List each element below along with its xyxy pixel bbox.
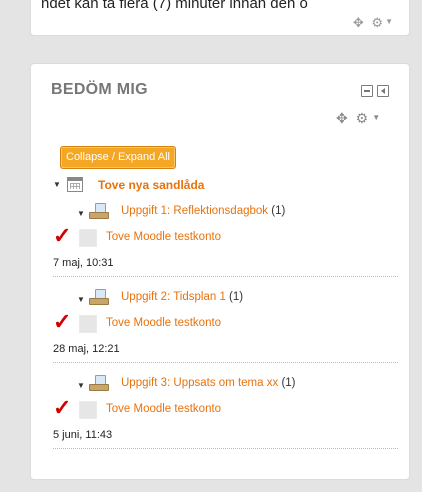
assignment-header: ▼ Uppgift 3: Uppsats om tema xx (1) <box>77 374 397 394</box>
dock-icon[interactable] <box>377 85 389 97</box>
submission-count: (1) <box>281 377 296 389</box>
assignment-link[interactable]: Uppgift 2: Tidsplan 1 (1) <box>121 291 243 303</box>
assignment-name[interactable]: Uppgift 1: Reflektionsdagbok <box>121 205 268 217</box>
student-link[interactable]: Tove Moodle testkonto <box>106 403 221 415</box>
submission-date: 7 maj, 10:31 <box>53 257 114 269</box>
course-node[interactable]: ▼ Tove nya sandlåda <box>53 174 398 196</box>
assignment-icon <box>89 375 109 392</box>
student-row: ✓ Tove Moodle testkonto <box>53 309 393 336</box>
expand-triangle-icon[interactable]: ▼ <box>77 295 85 304</box>
assignment-item: ▼ Uppgift 3: Uppsats om tema xx (1) ✓ To… <box>53 368 398 454</box>
caret-down-icon[interactable]: ▼ <box>385 17 395 26</box>
submission-count: (1) <box>271 205 286 217</box>
student-link[interactable]: Tove Moodle testkonto <box>106 231 221 243</box>
assignment-header: ▼ Uppgift 2: Tidsplan 1 (1) <box>77 288 397 308</box>
student-row: ✓ Tove Moodle testkonto <box>53 395 393 422</box>
submission-date: 5 juni, 11:43 <box>53 429 113 441</box>
gear-icon[interactable]: ⚙ <box>356 110 369 126</box>
student-row: ✓ Tove Moodle testkonto <box>53 223 393 250</box>
divider <box>53 448 398 449</box>
assignment-icon <box>89 289 109 306</box>
avatar <box>79 315 97 333</box>
move-icon[interactable]: ✥ <box>336 110 348 126</box>
assignment-link[interactable]: Uppgift 3: Uppsats om tema xx (1) <box>121 377 296 389</box>
student-link[interactable]: Tove Moodle testkonto <box>106 317 221 329</box>
divider <box>53 276 398 277</box>
divider <box>53 362 398 363</box>
gear-icon[interactable]: ⚙ <box>371 15 385 30</box>
submission-count: (1) <box>229 291 244 303</box>
collapse-expand-all-button[interactable]: Collapse / Expand All <box>60 146 176 169</box>
checkmark-icon: ✓ <box>53 309 72 334</box>
assignment-item: ▼ Uppgift 2: Tidsplan 1 (1) ✓ Tove Moodl… <box>53 282 398 368</box>
block-title: BEDÖM MIG <box>51 81 148 98</box>
course-link[interactable]: Tove nya sandlåda <box>98 178 204 192</box>
assignment-tree: ▼ Tove nya sandlåda ▼ Uppgift 1: Reflekt… <box>53 174 398 454</box>
minimize-icon[interactable] <box>361 85 373 97</box>
calendar-icon <box>67 177 83 192</box>
caret-down-icon[interactable]: ▼ <box>372 113 380 122</box>
avatar <box>79 229 97 247</box>
checkmark-icon: ✓ <box>53 223 72 248</box>
previous-block: ndet kan ta flera (7) minuter innan den … <box>30 0 410 36</box>
submission-date: 28 maj, 12:21 <box>53 343 120 355</box>
block-controls: ✥ ⚙ ▼ <box>336 110 384 127</box>
previous-block-controls: ✥ ⚙▼ <box>353 15 395 31</box>
assignment-name[interactable]: Uppgift 2: Tidsplan 1 <box>121 291 226 303</box>
move-icon[interactable]: ✥ <box>353 15 366 30</box>
expand-triangle-icon[interactable]: ▼ <box>53 180 61 189</box>
assignment-icon <box>89 203 109 220</box>
bedom-mig-block: BEDÖM MIG ✥ ⚙ ▼ Collapse / Expand All ▼ T… <box>30 63 410 480</box>
checkmark-icon: ✓ <box>53 395 72 420</box>
previous-block-text: ndet kan ta flera (7) minuter innan den … <box>41 0 308 12</box>
avatar <box>79 401 97 419</box>
assignment-name[interactable]: Uppgift 3: Uppsats om tema xx <box>121 377 278 389</box>
assignment-header: ▼ Uppgift 1: Reflektionsdagbok (1) <box>77 202 397 222</box>
expand-triangle-icon[interactable]: ▼ <box>77 209 85 218</box>
expand-triangle-icon[interactable]: ▼ <box>77 381 85 390</box>
assignment-item: ▼ Uppgift 1: Reflektionsdagbok (1) ✓ Tov… <box>53 196 398 282</box>
assignment-link[interactable]: Uppgift 1: Reflektionsdagbok (1) <box>121 205 285 217</box>
